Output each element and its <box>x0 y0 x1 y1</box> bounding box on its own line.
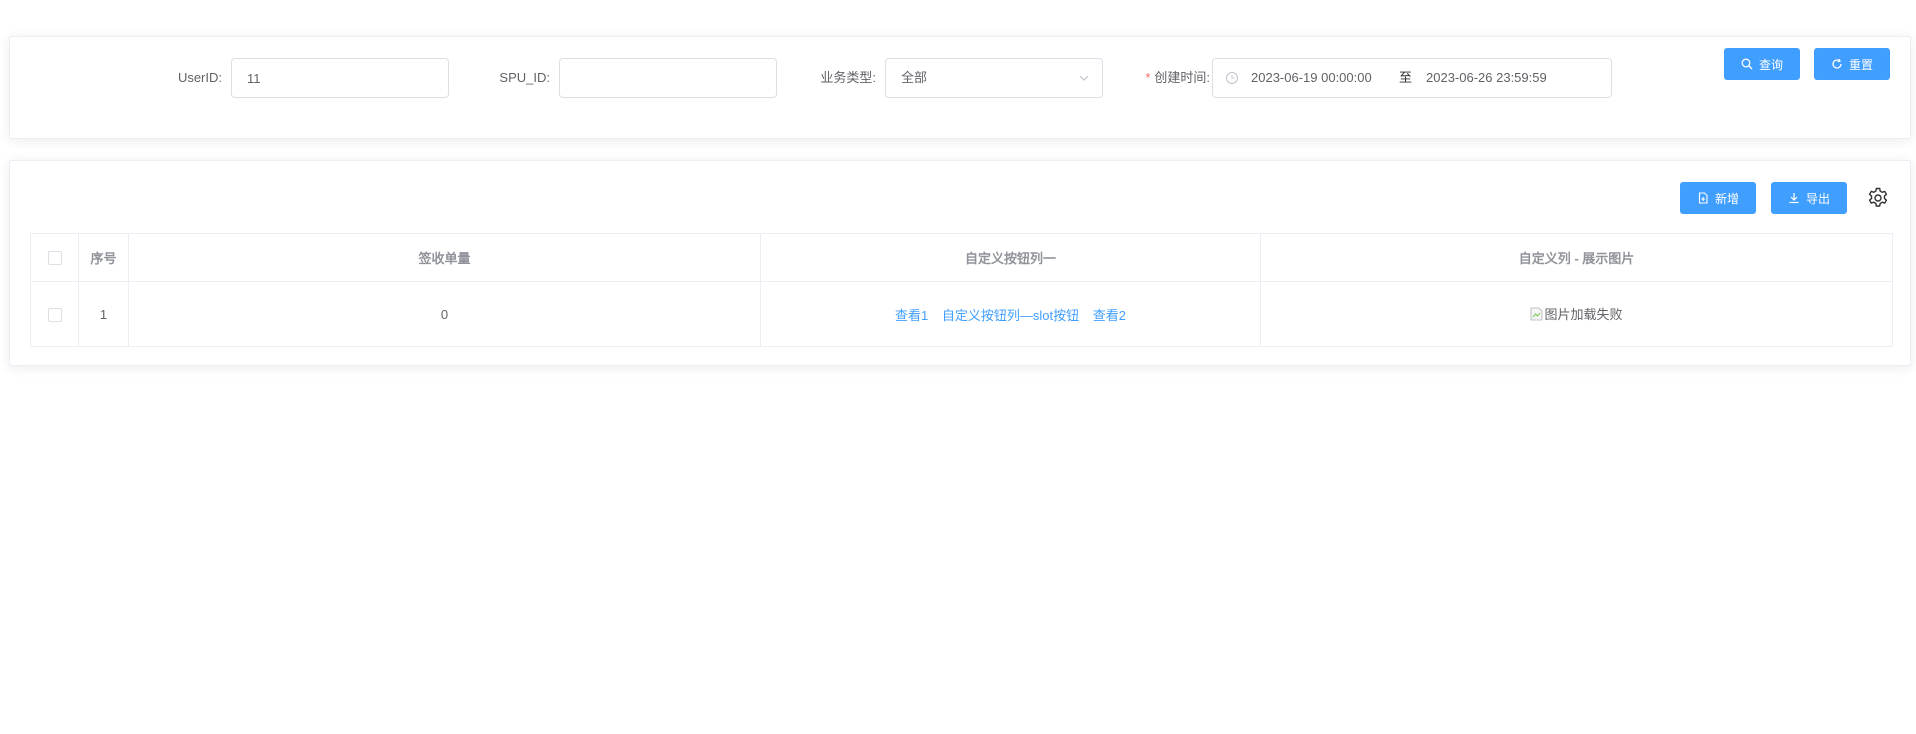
business-type-label: 业务类型: <box>820 70 876 85</box>
table-card: 新增 导出 序号 签收单量 自定义按钮列一 自定义列 - 展示图片 1 0 查看… <box>9 160 1911 366</box>
select-all-checkbox[interactable] <box>47 251 62 266</box>
userid-label: UserID: <box>177 70 222 85</box>
range-separator: 至 <box>1399 70 1413 85</box>
row-actions-cell: 查看1 自定义按钮列—slot按钮 查看2 <box>760 281 1261 347</box>
reset-button[interactable]: 重置 <box>1814 48 1890 80</box>
query-button[interactable]: 查询 <box>1724 48 1800 80</box>
row-select-cell <box>30 281 79 347</box>
start-date-input[interactable]: 2023-06-19 00:00:00 <box>1251 59 1372 97</box>
column-header: 签收单量 <box>128 233 761 282</box>
userid-input[interactable] <box>231 58 449 98</box>
created-time-label: * 创建时间: <box>1120 58 1210 98</box>
reset-button-label: 重置 <box>1848 57 1873 72</box>
clock-icon <box>1226 72 1238 84</box>
refresh-icon <box>1832 58 1842 69</box>
broken-image-icon <box>1531 307 1543 321</box>
gear-icon[interactable] <box>1866 186 1890 210</box>
broken-image: 图片加载失败 <box>1530 304 1623 323</box>
row-index: 1 <box>78 281 129 347</box>
row-signed-count: 0 <box>128 281 761 347</box>
table-row: 1 0 查看1 自定义按钮列—slot按钮 查看2 图片加载失败 <box>30 281 1893 347</box>
data-table: 序号 签收单量 自定义按钮列一 自定义列 - 展示图片 1 0 查看1 自定义按… <box>30 233 1893 347</box>
end-date-input[interactable]: 2023-06-26 23:59:59 <box>1426 59 1547 97</box>
document-add-icon <box>1698 192 1708 204</box>
required-mark: * <box>1145 70 1151 85</box>
download-icon <box>1789 193 1799 204</box>
row-checkbox[interactable] <box>47 307 62 322</box>
business-type-value: 全部 <box>901 70 928 85</box>
select-all-cell <box>30 233 79 282</box>
custom-slot-button-link[interactable]: 自定义按钮列—slot按钮 <box>942 308 1079 323</box>
table-header-row: 序号 签收单量 自定义按钮列一 自定义列 - 展示图片 <box>30 233 1893 282</box>
column-header: 序号 <box>78 233 129 282</box>
view1-link[interactable]: 查看1 <box>895 308 928 323</box>
add-button[interactable]: 新增 <box>1680 182 1756 214</box>
search-form-card: UserID: SPU_ID: 业务类型: 全部 *创建时间: 2023-06-… <box>9 36 1911 139</box>
row-image-cell: 图片加载失败 <box>1260 281 1893 347</box>
broken-image-alt-text: 图片加载失败 <box>1544 307 1623 323</box>
spu-id-label: SPU_ID: <box>499 70 550 85</box>
created-time-label-text: 创建时间: <box>1154 70 1210 85</box>
column-header: 自定义按钮列一 <box>760 233 1261 282</box>
query-button-label: 查询 <box>1758 57 1783 72</box>
view2-link[interactable]: 查看2 <box>1093 308 1126 323</box>
add-button-label: 新增 <box>1714 191 1739 206</box>
business-type-select[interactable]: 全部 <box>885 58 1103 98</box>
column-header: 自定义列 - 展示图片 <box>1260 233 1893 282</box>
chevron-down-icon <box>1079 75 1089 81</box>
search-icon <box>1741 58 1753 70</box>
spu-id-input[interactable] <box>559 58 777 98</box>
export-button[interactable]: 导出 <box>1771 182 1847 214</box>
export-button-label: 导出 <box>1805 191 1830 206</box>
created-time-range-picker[interactable]: 2023-06-19 00:00:00 至 2023-06-26 23:59:5… <box>1212 58 1612 98</box>
